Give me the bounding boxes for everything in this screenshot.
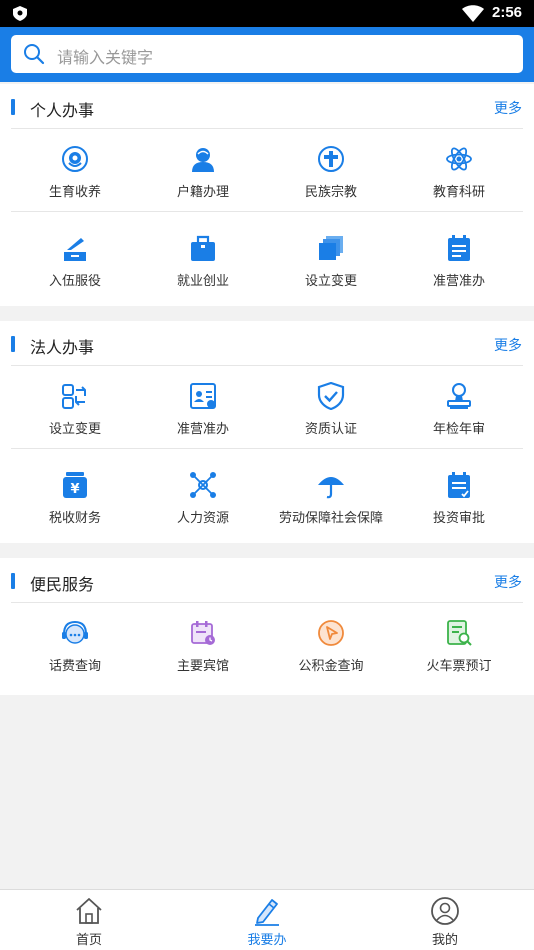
headset-icon — [62, 620, 88, 644]
tab-mine[interactable]: 我的 — [356, 890, 534, 950]
section-title: 法人办事 — [30, 340, 95, 357]
more-link[interactable]: 更多 — [494, 572, 522, 592]
service-item-qualification[interactable]: 资质认证 — [267, 366, 395, 454]
service-label: 话费查询 — [48, 658, 101, 673]
section-header: 便民服务 更多 — [0, 558, 534, 604]
user-icon — [431, 897, 459, 925]
service-item-annual-check[interactable]: 年检年审 — [395, 366, 523, 454]
baby-icon — [62, 146, 88, 172]
service-label: 教育科研 — [432, 184, 485, 199]
status-time: 2:56 — [492, 4, 523, 21]
service-label: 资质认证 — [304, 421, 357, 436]
service-item-human-resources[interactable]: 人力资源 — [139, 455, 267, 543]
divider — [11, 448, 523, 449]
section-header: 法人办事 更多 — [0, 321, 534, 367]
shield-icon — [13, 6, 27, 21]
service-label: 投资审批 — [432, 510, 485, 525]
service-item-permit[interactable]: 准营准办 — [395, 218, 523, 306]
person-icon — [192, 148, 214, 172]
service-label: 民族宗教 — [304, 184, 357, 199]
service-label: 就业创业 — [176, 273, 229, 288]
section-marker — [11, 336, 15, 352]
more-link[interactable]: 更多 — [494, 335, 522, 355]
yuan-icon: ¥ — [63, 472, 87, 498]
bottom-tab-bar: 首页 我要办 我的 — [0, 889, 534, 950]
pencil-icon — [255, 899, 279, 926]
section-header: 个人办事 更多 — [0, 84, 534, 130]
wifi-icon — [462, 5, 484, 22]
header: 请输入关键字 — [0, 27, 534, 82]
cross-circle-icon — [318, 146, 344, 172]
service-label: 设立变更 — [48, 421, 101, 436]
network-icon — [190, 472, 216, 498]
service-label: 火车票预订 — [426, 658, 492, 673]
umbrella-icon — [318, 477, 344, 499]
status-bar: 2:56 — [0, 0, 534, 27]
service-label: 准营准办 — [176, 421, 229, 436]
service-item-hotels[interactable]: 主要宾馆 — [139, 603, 267, 691]
service-item-birth-adoption[interactable]: 生育收养 — [11, 129, 139, 217]
section-marker — [11, 99, 15, 115]
service-label: 入伍服役 — [48, 273, 101, 288]
service-label: 年检年审 — [432, 421, 485, 436]
briefcase-icon — [191, 235, 215, 261]
swap-icon — [62, 384, 86, 409]
home-icon — [76, 898, 102, 924]
cursor-circle-icon — [318, 620, 344, 646]
service-item-housing-fund[interactable]: 公积金查询 — [267, 603, 395, 691]
section-convenience: 便民服务 更多 话费查询 主要宾馆 公积金查询 火车票预订 — [0, 558, 534, 695]
more-link[interactable]: 更多 — [494, 98, 522, 118]
section-personal: 个人办事 更多 生育收养 户籍办理 民族宗教 教育科研 入伍服役 就业创业 设立… — [0, 84, 534, 306]
stack-icon — [319, 236, 343, 260]
service-label: 设立变更 — [304, 273, 357, 288]
service-label: 人力资源 — [176, 510, 229, 525]
approval-doc-icon — [448, 472, 470, 498]
search-input[interactable]: 请输入关键字 — [11, 35, 523, 73]
id-card-icon — [190, 383, 216, 409]
tab-todo[interactable]: 我要办 — [178, 890, 356, 950]
service-label: 税收财务 — [48, 510, 101, 525]
service-item-ethnic-religion[interactable]: 民族宗教 — [267, 129, 395, 217]
military-icon — [64, 238, 86, 261]
service-label: 公积金查询 — [298, 658, 364, 673]
service-item-employment[interactable]: 就业创业 — [139, 218, 267, 306]
service-label: 户籍办理 — [176, 184, 229, 199]
tab-home[interactable]: 首页 — [0, 890, 178, 950]
service-item-permit[interactable]: 准营准办 — [139, 366, 267, 454]
shield-check-icon — [317, 382, 345, 410]
section-marker — [11, 573, 15, 589]
service-item-investment-approval[interactable]: 投资审批 — [395, 455, 523, 543]
service-item-household[interactable]: 户籍办理 — [139, 129, 267, 217]
service-label: 生育收养 — [48, 184, 101, 199]
section-title: 便民服务 — [30, 577, 95, 594]
service-item-phone-bill[interactable]: 话费查询 — [11, 603, 139, 691]
section-title: 个人办事 — [30, 103, 95, 120]
document-icon — [448, 235, 470, 261]
service-label: 主要宾馆 — [176, 658, 229, 673]
tab-label: 我要办 — [247, 932, 287, 947]
service-label: 准营准办 — [432, 273, 485, 288]
calendar-icon — [191, 621, 215, 645]
stamp-icon — [447, 383, 471, 409]
service-item-setup-change[interactable]: 设立变更 — [267, 218, 395, 306]
service-label: 劳动保障社会保障 — [278, 510, 383, 525]
ticket-search-icon — [447, 620, 472, 646]
service-item-military[interactable]: 入伍服役 — [11, 218, 139, 306]
divider — [11, 211, 523, 212]
tab-label: 首页 — [75, 932, 102, 947]
svg-text:¥: ¥ — [70, 482, 79, 497]
service-item-train-tickets[interactable]: 火车票预订 — [395, 603, 523, 691]
tab-label: 我的 — [431, 932, 458, 947]
service-item-labor-social-security[interactable]: 劳动保障社会保障 — [267, 455, 395, 543]
section-corporate: 法人办事 更多 设立变更 准营准办 资质认证 年检年审 ¥ 税收财务 人力资源 … — [0, 321, 534, 543]
service-item-education[interactable]: 教育科研 — [395, 129, 523, 217]
search-placeholder: 请输入关键字 — [57, 50, 154, 67]
search-icon — [24, 44, 45, 65]
service-item-setup-change[interactable]: 设立变更 — [11, 366, 139, 454]
service-item-tax-finance[interactable]: ¥ 税收财务 — [11, 455, 139, 543]
atom-icon — [446, 147, 472, 171]
